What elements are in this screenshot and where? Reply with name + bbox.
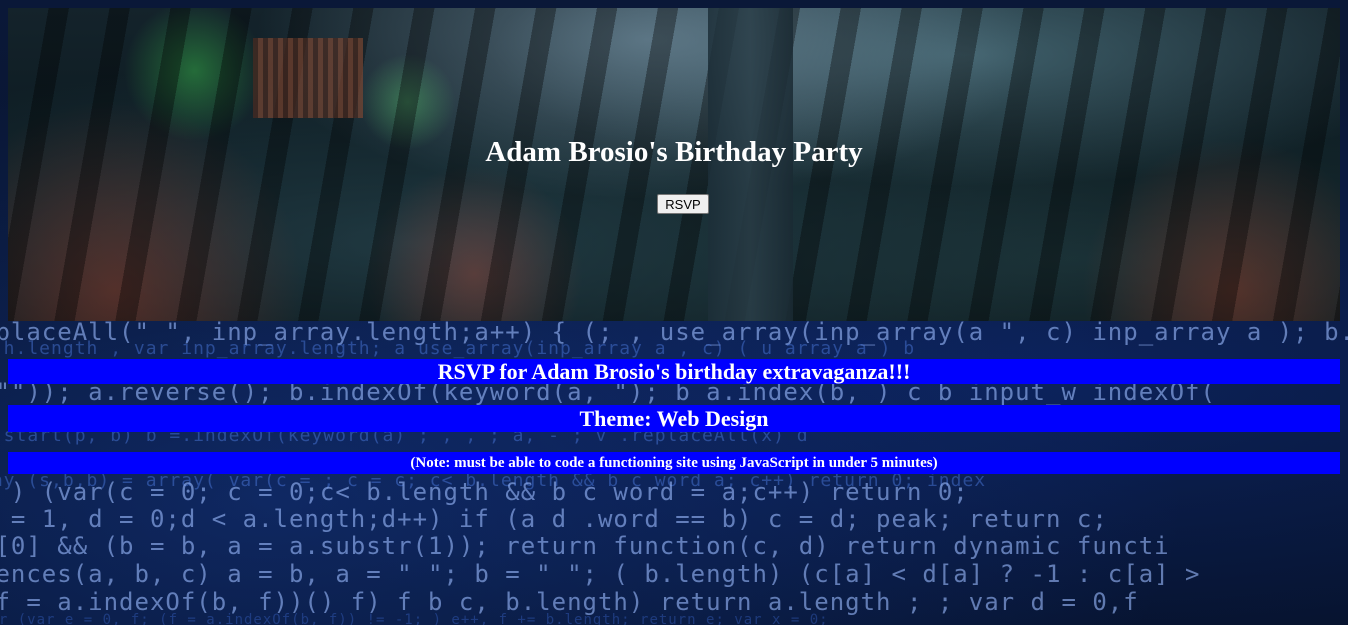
hero-image-detail bbox=[253, 38, 363, 118]
code-decoration: b[h.length , var inp_array.length; a use… bbox=[0, 338, 916, 359]
page-title: Adam Brosio's Birthday Party bbox=[485, 136, 863, 168]
code-decoration: for (var e = 0, f; (f = a.indexOf(b, f))… bbox=[0, 612, 829, 625]
code-decoration: c = 1, d = 0;d < a.length;d++) if (a d .… bbox=[0, 505, 1108, 533]
rsvp-button[interactable]: RSVP bbox=[657, 194, 709, 214]
note-text: (Note: must be able to code a functionin… bbox=[8, 452, 1340, 474]
code-decoration: a[0] && (b = b, a = a.substr(1)); return… bbox=[0, 532, 1170, 560]
code-decoration: rences(a, b, c) a = b, a = " "; b = " ";… bbox=[0, 560, 1201, 588]
theme-heading: Theme: Web Design bbox=[8, 405, 1340, 432]
code-decoration: ( ) (var(c = 0; c = 0;c< b.length && b c… bbox=[0, 478, 969, 506]
hero-banner: Adam Brosio's Birthday Party RSVP bbox=[8, 8, 1340, 321]
rsvp-heading: RSVP for Adam Brosio's birthday extravag… bbox=[8, 359, 1340, 384]
